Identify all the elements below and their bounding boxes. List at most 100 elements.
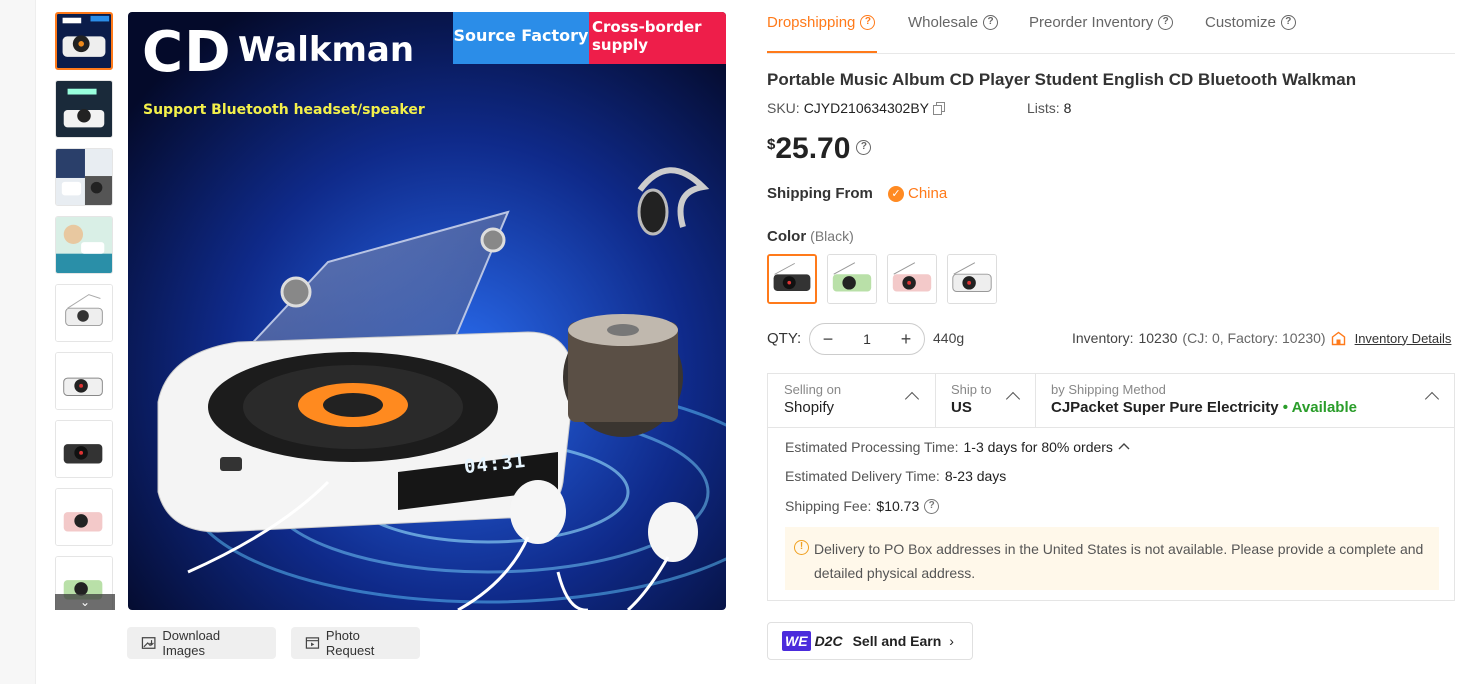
inventory-details-link[interactable]: Inventory Details [1355, 331, 1452, 346]
chevron-right-icon: › [949, 633, 954, 649]
color-swatch-black[interactable] [767, 254, 817, 304]
color-selected: (Black) [810, 228, 854, 244]
shipping-from-option[interactable]: ✓ China [888, 185, 947, 202]
shipping-from-value: China [908, 185, 948, 202]
tab-label: Dropshipping [767, 14, 856, 31]
lists-value: 8 [1063, 100, 1072, 116]
tab-customize[interactable]: Customize ? [1205, 14, 1296, 31]
price: $ 25.70 ? [767, 132, 872, 166]
price-currency: $ [767, 136, 776, 153]
thumbnail[interactable] [55, 80, 113, 138]
shipping-method-label: by Shipping Method [1051, 382, 1166, 397]
decrement-button[interactable]: − [820, 329, 836, 350]
shipping-method-select[interactable]: by Shipping Method CJPacket Super Pure E… [1035, 374, 1454, 427]
delivery-time-label: Estimated Delivery Time: [785, 468, 940, 484]
inventory-label: Inventory: [1072, 330, 1134, 346]
we-logo: WE [782, 631, 811, 651]
processing-time-label: Estimated Processing Time: [785, 439, 959, 455]
tab-wholesale[interactable]: Wholesale ? [908, 14, 999, 31]
processing-time-row: Estimated Processing Time: 1-3 days for … [785, 439, 1130, 455]
photo-request-button[interactable]: Photo Request [291, 627, 420, 659]
ship-to-label: Ship to [951, 382, 992, 397]
color-swatch-green[interactable] [827, 254, 877, 304]
d2c-logo: D2C [814, 633, 843, 649]
thumbnail[interactable] [55, 12, 113, 70]
photo-request-label: Photo Request [325, 628, 375, 658]
main-product-image: CD Walkman Source Factory Cross-border s… [128, 12, 726, 610]
color-label: Color (Black) [767, 228, 854, 245]
price-help-icon[interactable]: ? [856, 140, 872, 155]
tab-dropshipping[interactable]: Dropshipping ? [767, 14, 876, 31]
help-icon[interactable]: ? [983, 15, 999, 30]
main-image-badge-source-factory: Source Factory [453, 12, 589, 64]
shipping-fee-row: Shipping Fee: $10.73 ? [785, 498, 940, 514]
sku-row: SKU: CJYD210634302BY [767, 100, 946, 116]
main-image-badge-cross-border: Cross-border supply [589, 12, 726, 64]
tab-label: Preorder Inventory [1029, 14, 1154, 31]
product-weight: 440g [933, 330, 965, 346]
help-icon[interactable]: ? [924, 498, 940, 514]
lists-row: Lists: 8 [1027, 100, 1071, 116]
po-box-warning: ! Delivery to PO Box addresses in the Un… [785, 527, 1439, 590]
tab-preorder-inventory[interactable]: Preorder Inventory ? [1029, 14, 1174, 31]
copy-icon[interactable] [933, 101, 946, 115]
warehouse-icon [1331, 331, 1345, 345]
increment-button[interactable]: + [898, 329, 914, 350]
main-image-heading-cd: CD [142, 20, 232, 85]
price-value: 25.70 [775, 132, 851, 165]
thumbnail[interactable] [55, 216, 113, 274]
qty-label: QTY: [767, 330, 802, 347]
shipping-method-value: CJPacket Super Pure Electricity [1051, 399, 1279, 416]
thumbnail-strip[interactable] [55, 12, 115, 610]
shipping-fee-label: Shipping Fee: [785, 498, 872, 514]
image-download-icon [141, 637, 156, 649]
sku-label: SKU: [767, 100, 800, 116]
warning-icon: ! [794, 540, 809, 555]
active-tab-indicator [767, 51, 877, 53]
video-icon [305, 637, 320, 649]
thumbnail[interactable] [55, 488, 113, 546]
help-icon[interactable]: ? [1158, 15, 1174, 30]
delivery-time-row: Estimated Delivery Time: 8-23 days [785, 468, 1006, 484]
shipping-from-label: Shipping From [767, 185, 873, 202]
thumbnail[interactable] [55, 148, 113, 206]
shipping-selectors: Selling on Shopify Ship to US by Shippin… [768, 374, 1454, 428]
tab-label: Wholesale [908, 14, 979, 31]
color-label-text: Color [767, 228, 807, 245]
main-image-subtitle: Support Bluetooth headset/speaker [143, 102, 425, 118]
purchase-mode-tabs: Dropshipping ? Wholesale ? Preorder Inve… [767, 0, 1455, 54]
lists-label: Lists: [1027, 100, 1060, 116]
thumbnail[interactable] [55, 284, 113, 342]
quantity-input[interactable]: 1 [863, 331, 871, 347]
page-left-gutter [0, 0, 36, 684]
warning-text: Delivery to PO Box addresses in the Unit… [814, 541, 1424, 581]
inventory-breakdown: (CJ: 0, Factory: 10230) [1182, 330, 1326, 346]
main-image-heading-walkman: Walkman [238, 30, 415, 70]
inventory-value: 10230 [1138, 330, 1178, 346]
sell-and-earn-label: Sell and Earn [852, 633, 942, 649]
inventory-row: Inventory: 10230 (CJ: 0, Factory: 10230)… [1072, 330, 1451, 346]
delivery-time-value: 8-23 days [944, 468, 1007, 484]
chevron-down-icon[interactable]: ⌄ [55, 594, 115, 610]
color-swatch-white[interactable] [947, 254, 997, 304]
chevron-up-icon[interactable] [1118, 442, 1130, 452]
thumbnail[interactable] [55, 352, 113, 410]
help-icon[interactable]: ? [860, 15, 876, 30]
shipping-method-row: CJPacket Super Pure Electricity • Availa… [1051, 399, 1454, 416]
shipping-method-status: • Available [1282, 399, 1357, 416]
quantity-stepper: − 1 + [809, 323, 925, 355]
shipping-fee-value: $10.73 [876, 498, 920, 514]
help-icon[interactable]: ? [1280, 15, 1296, 30]
sku-value: CJYD210634302BY [803, 100, 929, 116]
processing-time-value: 1-3 days for 80% orders [963, 439, 1113, 455]
product-title: Portable Music Album CD Player Student E… [767, 70, 1357, 89]
download-images-button[interactable]: Download Images [127, 627, 276, 659]
thumbnail[interactable] [55, 420, 113, 478]
color-swatch-pink[interactable] [887, 254, 937, 304]
download-images-label: Download Images [162, 628, 221, 658]
tab-label: Customize [1205, 14, 1276, 31]
check-circle-icon: ✓ [888, 185, 904, 202]
sell-and-earn-button[interactable]: WE D2C Sell and Earn › [767, 622, 973, 660]
ship-to-value: US [951, 399, 972, 416]
ship-to-select[interactable]: Ship to US [935, 374, 1035, 427]
